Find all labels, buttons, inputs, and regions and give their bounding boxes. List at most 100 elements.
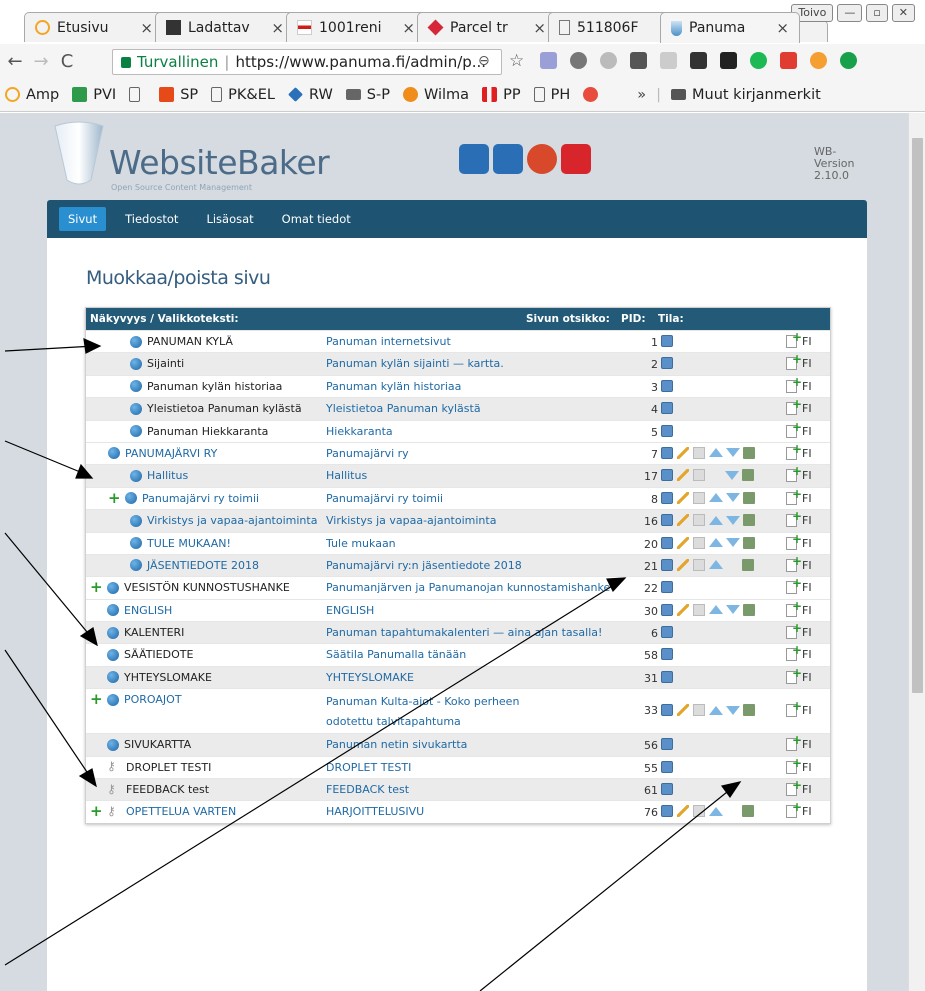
- add-page-icon[interactable]: [786, 778, 802, 797]
- extension-icon[interactable]: [660, 52, 677, 69]
- save-icon[interactable]: [661, 760, 673, 773]
- bookmark[interactable]: Amp: [5, 87, 59, 103]
- browser-tab[interactable]: Parcel tr ×: [417, 12, 557, 42]
- bookmark[interactable]: SP: [159, 87, 198, 103]
- edit-icon[interactable]: [677, 558, 689, 571]
- row-menu-label[interactable]: Panumajärvi ry toimii: [142, 492, 259, 505]
- extension-icon[interactable]: [780, 52, 797, 69]
- row-menu-label[interactable]: OPETTELUA VARTEN: [126, 805, 236, 818]
- save-icon[interactable]: [661, 648, 673, 661]
- save-icon[interactable]: [661, 491, 673, 504]
- add-page-icon[interactable]: [786, 330, 802, 348]
- move-down-icon[interactable]: [726, 605, 740, 615]
- bookmarks-more-button[interactable]: »: [637, 87, 646, 103]
- row-page-title-link[interactable]: Virkistys ja vapaa-ajantoiminta: [326, 514, 496, 527]
- row-menu-label[interactable]: Hallitus: [147, 469, 188, 482]
- delete-icon[interactable]: [743, 704, 755, 717]
- delete-icon[interactable]: [742, 805, 754, 818]
- expand-plus-icon[interactable]: +: [90, 692, 103, 707]
- row-page-title-link[interactable]: DROPLET TESTI: [326, 761, 411, 774]
- browser-tab-active[interactable]: Panuma ×: [660, 12, 800, 43]
- bookmark[interactable]: PK&EL: [211, 87, 275, 103]
- edit-icon[interactable]: [677, 514, 689, 527]
- calendar-icon[interactable]: [693, 805, 705, 818]
- save-icon[interactable]: [661, 581, 673, 594]
- browser-tab[interactable]: Ladattav ×: [155, 12, 295, 42]
- reload-icon[interactable]: C: [56, 51, 78, 72]
- add-page-icon[interactable]: [786, 733, 802, 752]
- close-icon[interactable]: ×: [271, 19, 284, 37]
- add-page-icon[interactable]: [786, 397, 802, 416]
- address-field[interactable]: Turvallinen | https://www.panuma.fi/admi…: [112, 49, 502, 75]
- close-icon[interactable]: ×: [402, 19, 415, 37]
- calendar-icon[interactable]: [693, 704, 705, 717]
- list-icon[interactable]: [459, 144, 489, 174]
- calendar-icon[interactable]: [693, 603, 705, 616]
- row-menu-label[interactable]: POROAJOT: [124, 693, 182, 706]
- extension-icon[interactable]: [600, 52, 617, 69]
- menu-item-preferences[interactable]: Omat tiedot: [273, 207, 360, 231]
- expand-plus-icon[interactable]: +: [90, 580, 103, 595]
- move-up-icon[interactable]: [709, 705, 723, 715]
- save-icon[interactable]: [661, 446, 673, 459]
- expand-plus-icon[interactable]: +: [108, 490, 121, 505]
- move-up-icon[interactable]: [709, 560, 723, 570]
- bookmark[interactable]: S-P: [345, 87, 390, 103]
- star-icon[interactable]: ☆: [509, 51, 524, 71]
- save-icon[interactable]: [661, 335, 673, 347]
- delete-icon[interactable]: [743, 514, 755, 527]
- close-icon[interactable]: ×: [776, 19, 789, 37]
- calendar-icon[interactable]: [693, 469, 705, 482]
- add-page-icon[interactable]: [786, 442, 802, 460]
- move-up-icon[interactable]: [709, 448, 723, 458]
- row-page-title-link[interactable]: Panuman netin sivukartta: [326, 738, 467, 751]
- edit-icon[interactable]: [677, 446, 689, 459]
- zoom-icon[interactable]: ⊖: [478, 53, 490, 69]
- row-menu-label[interactable]: TULE MUKAAN!: [147, 537, 231, 550]
- move-up-icon[interactable]: [709, 538, 723, 548]
- row-page-title-link[interactable]: Säätila Panumalla tänään: [326, 648, 466, 661]
- add-page-icon[interactable]: [786, 375, 802, 393]
- row-page-title-link[interactable]: Tule mukaan: [326, 537, 396, 550]
- add-page-icon[interactable]: [786, 699, 802, 718]
- move-down-icon[interactable]: [726, 493, 740, 503]
- row-menu-label[interactable]: PANUMAJÄRVI RY: [125, 447, 217, 460]
- move-up-icon[interactable]: [709, 515, 723, 525]
- delete-icon[interactable]: [743, 446, 755, 459]
- row-page-title-link[interactable]: FEEDBACK test: [326, 783, 409, 796]
- row-page-title-link[interactable]: Panumajärvi ry toimii: [326, 492, 443, 505]
- menu-item-addons[interactable]: Lisäosat: [197, 207, 262, 231]
- save-icon[interactable]: [661, 469, 673, 482]
- extension-icon[interactable]: [720, 52, 737, 69]
- close-icon[interactable]: ×: [533, 19, 546, 37]
- move-down-icon[interactable]: [726, 515, 740, 525]
- save-icon[interactable]: [661, 357, 673, 370]
- delete-icon[interactable]: [743, 603, 755, 616]
- add-page-icon[interactable]: [786, 532, 802, 550]
- edit-icon[interactable]: [677, 805, 689, 818]
- logout-power-icon[interactable]: [561, 144, 591, 174]
- row-menu-label[interactable]: JÄSENTIEDOTE 2018: [147, 559, 259, 572]
- extension-icon[interactable]: [540, 52, 557, 69]
- add-page-icon[interactable]: [786, 420, 802, 438]
- calendar-icon[interactable]: [693, 491, 705, 504]
- move-down-icon[interactable]: [726, 705, 740, 715]
- home-icon[interactable]: [493, 144, 523, 174]
- close-icon[interactable]: ×: [140, 19, 153, 37]
- help-lifebuoy-icon[interactable]: [527, 144, 557, 174]
- move-up-icon[interactable]: [709, 605, 723, 615]
- add-page-icon[interactable]: [786, 352, 802, 371]
- row-menu-label[interactable]: ENGLISH: [124, 604, 172, 617]
- row-page-title-link[interactable]: HARJOITTELUSIVU: [326, 805, 424, 818]
- browser-tab[interactable]: 1001reni ×: [286, 12, 426, 42]
- delete-icon[interactable]: [742, 469, 754, 482]
- calendar-icon[interactable]: [693, 514, 705, 527]
- save-icon[interactable]: [661, 402, 673, 415]
- add-page-icon[interactable]: [786, 756, 802, 774]
- row-page-title-link[interactable]: Panuman internetsivut: [326, 335, 451, 348]
- add-page-icon[interactable]: [786, 599, 802, 617]
- maximize-icon[interactable]: ▫: [866, 4, 888, 22]
- browser-tab[interactable]: Etusivu ×: [24, 12, 164, 42]
- move-down-icon[interactable]: [726, 448, 740, 458]
- row-page-title-link[interactable]: ENGLISH: [326, 604, 374, 617]
